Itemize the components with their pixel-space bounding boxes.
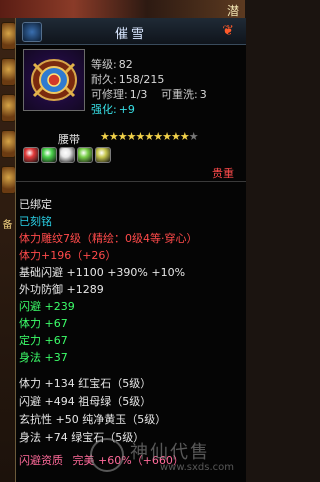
enhance-value: +9 — [118, 103, 135, 116]
star-icon: ★ — [144, 130, 154, 143]
star-icon: ★ — [108, 130, 119, 143]
stamina-bonus: 体力+196（+26） — [19, 249, 117, 262]
attribute-line: 身法 +37 — [19, 351, 68, 364]
gem-socket-icon — [41, 147, 57, 163]
sidebar-button-2[interactable] — [1, 58, 16, 86]
sidebar-button-1[interactable] — [1, 22, 16, 50]
item-icon — [23, 49, 85, 111]
belt-icon — [31, 59, 77, 101]
title-bar: 催雪 ❦ — [16, 18, 246, 45]
enhance-label: 强化: — [91, 103, 117, 116]
slot-type: 腰带 — [58, 133, 80, 146]
star-icon: ★ — [179, 130, 190, 143]
enhance-row: 强化: +9 — [91, 101, 135, 117]
level-value: 82 — [118, 58, 133, 71]
sidebar-label: 备 — [2, 220, 13, 231]
outer-defense: 外功防御 +1289 — [19, 283, 104, 296]
sidebar-button-5[interactable] — [1, 166, 16, 194]
durability-value: 158/215 — [118, 73, 165, 86]
bound-status: 已绑定 — [19, 198, 52, 211]
top-right-text: 潜 — [226, 4, 239, 18]
left-sidebar: 备 — [0, 18, 16, 482]
watermark-text: 神仙代售 — [130, 442, 210, 463]
repair-label: 可修理: — [91, 88, 128, 101]
item-tooltip-panel: 催雪 ❦ 等级: 82 耐久: 158/215 可修理: 1/3 可重洗: 3 强化: +… — [15, 18, 246, 482]
engraved-status: 已刻铭 — [19, 215, 52, 228]
rewash-value: 3 — [199, 88, 207, 101]
gem-attribute-line: 玄抗性 +50 纯净黄玉（5级） — [19, 413, 167, 426]
rewash-row: 可重洗: 3 — [161, 86, 207, 102]
rewash-label: 可重洗: — [161, 88, 198, 101]
gem-socket-icon — [59, 147, 75, 163]
watermark-logo-icon — [90, 438, 124, 472]
star-icon: ★ — [188, 130, 199, 143]
star-icon: ★ — [100, 130, 110, 143]
repair-row: 可修理: 1/3 — [91, 86, 147, 102]
gem-attribute-line: 闪避 +494 祖母绿（5级） — [19, 395, 152, 408]
star-icon: ★ — [117, 130, 128, 143]
repair-value: 1/3 — [129, 88, 148, 101]
basic-dodge-text: 基础闪避 +1100 +390% +10% — [19, 266, 186, 279]
dodge-quality-label: 闪避资质 — [19, 454, 63, 467]
rarity-label: 贵重 — [212, 167, 234, 180]
star-icon: ★ — [126, 130, 137, 143]
gem-attribute-line: 体力 +134 红宝石（5级） — [19, 377, 152, 390]
attribute-line: 闪避 +239 — [19, 300, 75, 313]
gem-socket-icon — [23, 147, 39, 163]
watermark-url: www.sxds.com — [160, 462, 235, 473]
durability-label: 耐久: — [91, 73, 117, 86]
enhance-line: 体力雕纹7级（精绘：0级4等·穿心） — [19, 232, 198, 245]
background-top-strip: 潜 — [0, 0, 245, 18]
sidebar-button-4[interactable] — [1, 130, 16, 158]
attribute-line: 定力 +67 — [19, 334, 68, 347]
gem-socket-icon — [77, 147, 93, 163]
gem-socket-icon — [95, 147, 111, 163]
divider — [16, 181, 246, 182]
watermark: 神仙代售 www.sxds.com — [90, 436, 240, 476]
fire-icon: ❦ — [222, 23, 234, 39]
level-label: 等级: — [91, 58, 117, 71]
item-title: 催雪 — [114, 27, 147, 42]
sidebar-button-3[interactable] — [1, 94, 16, 122]
star-icon: ★ — [171, 130, 181, 143]
durability-row: 耐久: 158/215 — [91, 71, 164, 87]
star-icon: ★ — [153, 130, 163, 143]
star-icon: ★ — [162, 130, 172, 143]
attribute-line: 体力 +67 — [19, 317, 68, 330]
basic-dodge: 基础闪避 +1100 +390% +10% — [19, 264, 185, 280]
level-row: 等级: 82 — [91, 56, 133, 72]
star-rating: ★★★★★★★★★★★ — [100, 130, 199, 143]
